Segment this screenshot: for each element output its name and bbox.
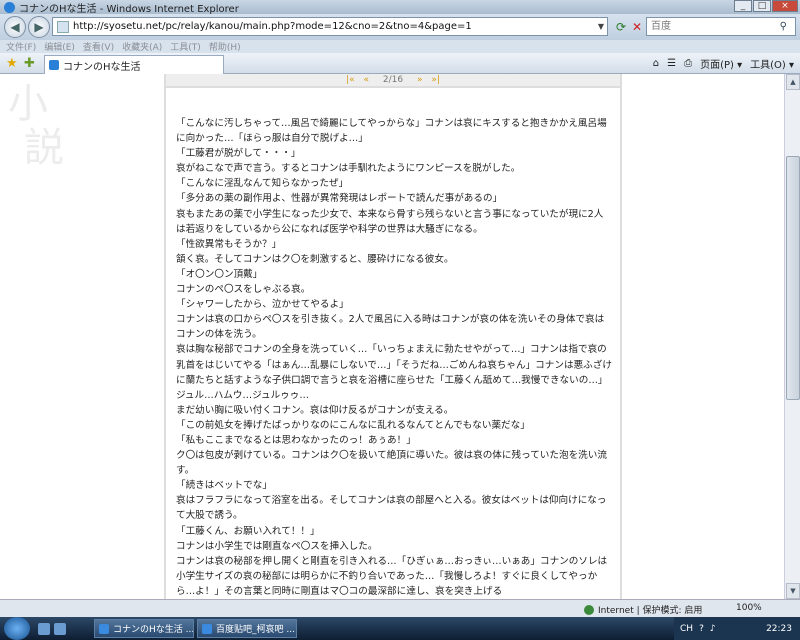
menu-edit[interactable]: 编辑(E) [44, 40, 75, 53]
task-label: 百度贴吧_柯哀吧 ... [216, 625, 295, 635]
close-button[interactable]: × [772, 0, 798, 12]
command-buttons: ⌂ ☰ ⎙ 页面(P) ▾ 工具(O) ▾ [645, 56, 794, 71]
feeds-icon[interactable]: ☰ [667, 58, 676, 69]
story-line: 「私もここまでなるとは思わなかったのっ！あぅあ！」 [176, 434, 416, 446]
story-text: 「こんなに汚しちゃって…風呂で綺麗にしてやっからな」コナンは哀にキスすると抱きか… [166, 88, 620, 599]
pager-first[interactable]: |« [346, 75, 355, 85]
maximize-button[interactable]: □ [753, 0, 771, 12]
scroll-thumb[interactable] [786, 156, 800, 400]
story-line: コナンは哀の秘部を押し開くと剛直を引き入れる…「ひぎぃぁ…おっきぃ…いぁあ」コナ… [176, 555, 608, 597]
status-bar: Internet | 保护模式: 启用 100% [0, 599, 800, 617]
favorites-star-icon[interactable]: ★ [6, 56, 18, 71]
start-button[interactable] [4, 617, 30, 640]
scroll-down-arrow[interactable]: ▼ [786, 583, 800, 599]
logo-char-1: 小 [8, 81, 48, 127]
story-line: コナンは哀の口からペ〇スを引き抜く。2人で風呂に入る時はコナンが哀の体を洗いその… [176, 314, 605, 341]
story-line: 「多分あの薬の副作用よ、性器が異常発現はレポートで読んだ事があるの」 [176, 193, 503, 205]
globe-icon [584, 604, 594, 615]
pager: |« « 2/16 » »| [166, 74, 620, 88]
stop-icon[interactable]: ✕ [628, 18, 646, 36]
tray-help-icon[interactable]: ? [699, 624, 704, 634]
taskbar-item-conan[interactable]: コナンのHな生活 ... [94, 619, 194, 638]
page-icon [57, 20, 69, 33]
quick-launch [38, 623, 70, 635]
pager-prev[interactable]: « [364, 75, 370, 85]
menu-help[interactable]: 帮助(H) [209, 40, 241, 53]
menu-favorites[interactable]: 收藏夹(A) [122, 40, 162, 53]
story-line: コナンのペ〇スをしゃぶる哀。 [176, 284, 311, 296]
tab-current[interactable]: コナンのHな生活 [44, 55, 224, 74]
home-icon[interactable]: ⌂ [653, 58, 659, 69]
vertical-scrollbar[interactable]: ▲ ▼ [784, 74, 800, 599]
story-line: まだ幼い胸に吸い付くコナン。哀は仰け反るがコナンが支える。 [176, 404, 454, 416]
logo-char-2: 説 [24, 125, 64, 171]
menu-bar: 文件(F) 编辑(E) 查看(V) 收藏夹(A) 工具(T) 帮助(H) [0, 40, 800, 53]
print-icon[interactable]: ⎙ [684, 58, 692, 69]
story-line: ク〇は包皮が剥けている。コナンはク〇を扱いて絶頂に導いた。彼は哀の体に残っていた… [176, 450, 607, 477]
page-menu-button[interactable]: 页面(P) ▾ [700, 56, 742, 71]
url-text: http://syosetu.net/pc/relay/kanou/main.p… [73, 21, 472, 32]
add-favorite-icon[interactable]: ✚ [24, 56, 35, 71]
window-title: コナンのHな生活 - Windows Internet Explorer [19, 3, 239, 15]
story-line: 「性欲異常もそうか？」 [176, 238, 282, 250]
system-tray: CH ? ♪ 22:23 [674, 617, 800, 640]
zoom-level[interactable]: 100% [736, 603, 762, 613]
story-line: 哀もまたあの薬で小学生になった少女で、本来なら骨すら残らないと言う事になっていた… [176, 208, 604, 235]
tab-label: コナンのHな生活 [63, 61, 141, 73]
story-line: 「シャワーしたから、泣かせてやるよ」 [176, 299, 349, 311]
story-line: 哀は胸な秘部でコナンの全身を洗っていく…「いっちょまえに勃たせやがって…」コナン… [176, 344, 612, 401]
language-indicator[interactable]: CH [680, 624, 693, 634]
story-line: 「工藤くん、お願い入れて！！」 [176, 525, 320, 537]
clock[interactable]: 22:23 [766, 624, 792, 634]
menu-tools[interactable]: 工具(T) [170, 40, 201, 53]
tab-page-icon [49, 60, 59, 70]
taskbar-item-baidu[interactable]: 百度贴吧_柯哀吧 ... [197, 619, 297, 638]
forward-button[interactable]: ▶ [28, 16, 50, 38]
taskbar: コナンのHな生活 ... 百度贴吧_柯哀吧 ... CH ? ♪ 22:23 [0, 617, 800, 640]
story-line: 「工藤君が脱がして・・・」 [176, 148, 301, 160]
ie-task-icon [99, 623, 109, 634]
back-button[interactable]: ◀ [4, 16, 26, 38]
command-bar: ★ ✚ コナンのHな生活 ⌂ ☰ ⎙ 页面(P) ▾ 工具(O) ▾ [0, 53, 800, 74]
story-line: 「こんなに汚しちゃって…風呂で綺麗にしてやっからな」コナンは哀にキスすると抱きか… [176, 118, 607, 145]
page-viewport: 小 説 |« « 2/16 » »| 「こんなに汚しちゃって…風呂で綺麗にしてや… [0, 74, 784, 599]
tools-menu-button[interactable]: 工具(O) ▾ [750, 56, 794, 71]
search-placeholder: 百度 [651, 21, 671, 32]
menu-file[interactable]: 文件(F) [6, 40, 36, 53]
left-margin: 小 説 [0, 74, 164, 599]
story-line: 哀がねこなで声で言う。するとコナンは手馴れたようにワンピースを脱がした。 [176, 163, 521, 175]
window-controls: _ □ × [733, 0, 798, 12]
pager-next[interactable]: » [417, 75, 423, 85]
story-line: 頷く哀。そしてコナンはク〇を刺激すると、腰砕けになる彼女。 [176, 253, 454, 265]
ie-task-icon [202, 623, 212, 634]
address-row: ◀ ▶ http://syosetu.net/pc/relay/kanou/ma… [0, 14, 800, 40]
task-label: コナンのHな生活 ... [113, 625, 194, 635]
scroll-up-arrow[interactable]: ▲ [786, 74, 800, 90]
address-field[interactable]: http://syosetu.net/pc/relay/kanou/main.p… [52, 17, 608, 36]
security-zone[interactable]: Internet | 保护模式: 启用 [584, 603, 702, 616]
search-input[interactable]: 百度 ⚲ [646, 17, 796, 36]
story-line: コナンは小学生では剛直なペ〇スを挿入した。 [176, 540, 378, 552]
window-titlebar: コナンのHな生活 - Windows Internet Explorer _ □… [0, 0, 800, 15]
show-desktop-icon[interactable] [38, 623, 50, 635]
story-line: 「続きはベットでな」 [176, 480, 272, 492]
zone-label: Internet | 保护模式: 启用 [598, 606, 703, 616]
story-line: 「この前処女を捧げたばっかりなのにこんなに乱れるなんてとんでもない薬だな」 [176, 419, 530, 431]
ie-icon [4, 1, 15, 13]
taskbar-tasks: コナンのHな生活 ... 百度贴吧_柯哀吧 ... [94, 619, 300, 638]
site-logo: 小 説 [8, 82, 64, 170]
story-column: |« « 2/16 » »| 「こんなに汚しちゃって…風呂で綺麗にしてやっからな… [164, 74, 622, 599]
pager-last[interactable]: »| [431, 75, 440, 85]
switch-windows-icon[interactable] [54, 623, 66, 635]
pager-indicator: 2/16 [382, 75, 404, 85]
search-icon[interactable]: ⚲ [780, 18, 787, 35]
minimize-button[interactable]: _ [734, 0, 752, 12]
story-line: 「オ〇ン〇ン頂戴」 [176, 268, 263, 280]
address-dropdown-icon[interactable]: ▼ [598, 22, 604, 31]
menu-view[interactable]: 查看(V) [83, 40, 114, 53]
story-line: 「こんなに淫乱なんて知らなかったぜ」 [176, 178, 349, 190]
story-line: 哀はフラフラになって浴室を出る。そしてコナンは哀の部屋へと入る。彼女はベットは仰… [176, 495, 607, 522]
volume-icon[interactable]: ♪ [710, 624, 716, 634]
